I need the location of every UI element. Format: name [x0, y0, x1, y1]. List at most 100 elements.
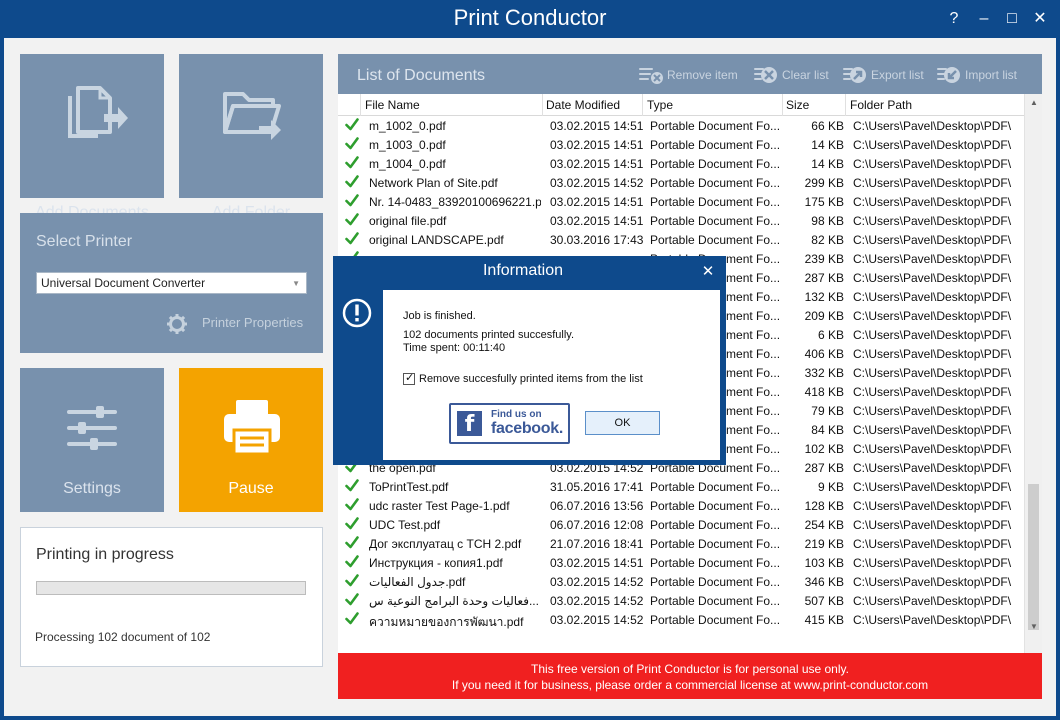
checkbox-checked[interactable]	[403, 371, 415, 385]
vertical-scroll-thumb[interactable]	[1028, 484, 1039, 630]
cell-size: 175 KB	[804, 195, 844, 209]
export-list-button[interactable]: Export list	[842, 65, 924, 85]
cell-date-modified: 03.02.2015 14:51	[550, 556, 644, 570]
scroll-up-icon[interactable]: ▲	[1025, 98, 1042, 107]
checkmark-icon	[345, 213, 359, 229]
cell-size: 79 KB	[811, 404, 844, 418]
cell-size: 254 KB	[804, 518, 844, 532]
close-window-button[interactable]: ✕	[1028, 8, 1052, 30]
column-size[interactable]: Size	[786, 98, 809, 112]
cell-type: Portable Document Fo...	[650, 176, 781, 190]
clear-list-button[interactable]: Clear list	[753, 65, 829, 85]
table-row[interactable]: ความหมายของการพัฒนา.pdf 03.02.2015 14:52 P…	[338, 610, 1024, 629]
table-row[interactable]: Дог эксплуатац с ТСН 2.pdf 21.07.2016 18:…	[338, 534, 1024, 553]
table-row[interactable]: original LANDSCAPE.pdf 30.03.2016 17:43 Po…	[338, 230, 1024, 249]
help-button[interactable]: ?	[942, 8, 966, 30]
table-row[interactable]: Nr. 14-0483_83920100696221.p... 03.02.201…	[338, 192, 1024, 211]
cell-file-name: ความหมายของการพัฒนา.pdf	[369, 615, 524, 629]
import-list-label: Import list	[965, 68, 1018, 82]
table-row[interactable]: original file.pdf 03.02.2015 14:51 Portabl…	[338, 211, 1024, 230]
cell-folder-path: C:\Users\Pavel\Desktop\PDF\	[853, 442, 1012, 456]
settings-button[interactable]: Settings	[20, 368, 164, 512]
cell-type: Portable Document Fo...	[650, 594, 781, 608]
checkmark-icon	[345, 612, 359, 628]
cell-size: 332 KB	[804, 366, 844, 380]
chevron-down-icon: ▼	[292, 279, 300, 288]
checkmark-icon	[345, 194, 359, 210]
facebook-button[interactable]: f Find us on facebook.	[449, 403, 570, 444]
clear-list-label: Clear list	[782, 68, 829, 82]
import-list-button[interactable]: Import list	[936, 65, 1017, 85]
cell-folder-path: C:\Users\Pavel\Desktop\PDF\	[853, 537, 1012, 551]
settings-label: Settings	[63, 480, 121, 497]
cell-size: 14 KB	[811, 138, 844, 152]
export-list-label: Export list	[871, 68, 924, 82]
cell-type: Portable Document Fo...	[650, 119, 781, 133]
license-line-1: This free version of Print Conductor is …	[531, 662, 849, 676]
remove-item-button[interactable]: Remove item	[638, 65, 738, 85]
checkmark-icon	[345, 593, 359, 609]
select-printer-label: Select Printer	[36, 233, 133, 250]
table-row[interactable]: ToPrintTest.pdf 31.05.2016 17:41 Portable …	[338, 477, 1024, 496]
pause-button[interactable]: Pause	[179, 368, 323, 512]
cell-folder-path: C:\Users\Pavel\Desktop\PDF\	[853, 385, 1012, 399]
remove-item-label: Remove item	[667, 68, 738, 82]
cell-folder-path: C:\Users\Pavel\Desktop\PDF\	[853, 252, 1012, 266]
window-title: Print Conductor	[453, 5, 607, 30]
documents-arrow-icon	[68, 86, 128, 138]
add-folder-button[interactable]: Add Folder	[179, 54, 323, 221]
facebook-icon: f	[457, 411, 482, 437]
cell-file-name: Инструкция - копия1.pdf	[369, 556, 503, 570]
remove-printed-checkbox[interactable]: Remove succesfully printed items from th…	[403, 371, 643, 385]
cell-file-name: udc raster Test Page-1.pdf	[369, 499, 510, 513]
table-row[interactable]: udc raster Test Page-1.pdf 06.07.2016 13:…	[338, 496, 1024, 515]
dialog-body: Job is finished. 102 documents printed s…	[383, 290, 720, 460]
cell-size: 209 KB	[804, 309, 844, 323]
column-headers: File Name Date Modified Type Size Folder…	[338, 94, 1024, 116]
cell-file-name: فعاليات وحدة البرامج النوعية س...	[369, 594, 539, 608]
table-row[interactable]: UDC Test.pdf 06.07.2016 12:08 Portable Doc…	[338, 515, 1024, 534]
ok-button[interactable]: OK	[585, 411, 660, 435]
cell-file-name: UDC Test.pdf	[369, 518, 441, 532]
column-folder-path[interactable]: Folder Path	[850, 98, 912, 112]
cell-size: 102 KB	[804, 442, 844, 456]
cell-size: 415 KB	[804, 613, 844, 627]
table-row[interactable]: m_1004_0.pdf 03.02.2015 14:51 Portable Doc…	[338, 154, 1024, 173]
table-row[interactable]: Инструкция - копия1.pdf 03.02.2015 14:51 P…	[338, 553, 1024, 572]
cell-file-name: m_1004_0.pdf	[369, 157, 446, 171]
minimize-button[interactable]: –	[972, 8, 996, 30]
cell-size: 418 KB	[804, 385, 844, 399]
cell-date-modified: 03.02.2015 14:51	[550, 138, 644, 152]
cell-file-name: original LANDSCAPE.pdf	[369, 233, 504, 247]
cell-size: 6 KB	[817, 328, 844, 342]
cell-type: Portable Document Fo...	[650, 556, 781, 570]
cell-folder-path: C:\Users\Pavel\Desktop\PDF\	[853, 309, 1012, 323]
cell-date-modified: 03.02.2015 14:52	[550, 594, 644, 608]
column-file-name[interactable]: File Name	[365, 98, 420, 112]
column-type[interactable]: Type	[647, 98, 673, 112]
scroll-down-icon[interactable]: ▼	[1025, 622, 1042, 631]
table-row[interactable]: فعاليات وحدة البرامج النوعية س... 03.02.2…	[338, 591, 1024, 610]
vertical-scrollbar[interactable]: ▲ ▼	[1024, 94, 1042, 653]
gear-icon	[167, 314, 187, 334]
cell-folder-path: C:\Users\Pavel\Desktop\PDF\	[853, 556, 1012, 570]
add-documents-button[interactable]: Add Documents	[20, 54, 164, 221]
cell-size: 98 KB	[811, 214, 844, 228]
dialog-close-button[interactable]: ✕	[699, 262, 717, 280]
table-row[interactable]: m_1003_0.pdf 03.02.2015 14:51 Portable Doc…	[338, 135, 1024, 154]
table-row[interactable]: جدول الفعاليات.pdf 03.02.2015 14:52 Portab…	[338, 572, 1024, 591]
license-line-2: If you need it for business, please orde…	[451, 678, 929, 692]
cell-folder-path: C:\Users\Pavel\Desktop\PDF\	[853, 518, 1012, 532]
column-date-modified[interactable]: Date Modified	[546, 98, 620, 112]
table-row[interactable]: Network Plan of Site.pdf 03.02.2015 14:52…	[338, 173, 1024, 192]
cell-file-name: Network Plan of Site.pdf	[369, 176, 498, 190]
information-dialog: Information ✕ Job is finished. 102 docum…	[333, 256, 726, 465]
clear-list-icon	[754, 67, 777, 83]
cell-folder-path: C:\Users\Pavel\Desktop\PDF\	[853, 176, 1012, 190]
maximize-button[interactable]: □	[1000, 8, 1024, 30]
printer-select[interactable]: Universal Document Converter ▼	[36, 272, 307, 294]
checkmark-icon	[345, 137, 359, 153]
cell-size: 346 KB	[804, 575, 844, 589]
info-circle-icon	[342, 298, 372, 328]
table-row[interactable]: m_1002_0.pdf 03.02.2015 14:51 Portable Doc…	[338, 116, 1024, 135]
